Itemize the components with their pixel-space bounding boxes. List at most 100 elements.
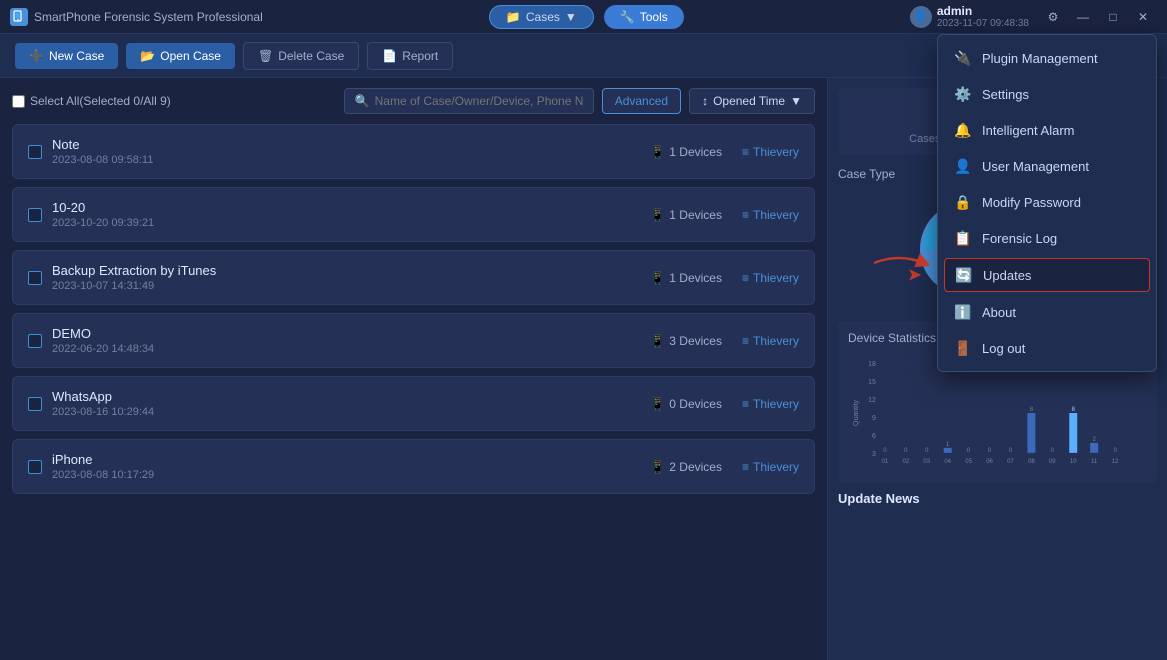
case-item[interactable]: 10-20 2023-10-20 09:39:21 📱 1 Devices ≡ … [12,187,815,242]
select-all-label: Select All(Selected 0/All 9) [30,94,171,108]
menu-icon-forensic-log: 📋 [954,229,972,247]
svg-text:1: 1 [946,442,950,448]
admin-datetime: 2023-11-07 09:48:38 [937,18,1029,29]
svg-text:04: 04 [944,459,951,465]
menu-label-updates: Updates [983,268,1031,283]
menu-label-about: About [982,305,1016,320]
menu-label-intelligent-alarm: Intelligent Alarm [982,123,1075,138]
devices-badge: 📱 1 Devices [650,145,722,159]
svg-text:02: 02 [902,459,909,465]
window-controls: ⚙ — □ ✕ [1039,6,1157,28]
menu-item-updates[interactable]: 🔄 Updates ➤ [944,258,1150,292]
sort-button[interactable]: ↕ Opened Time ▼ [689,88,815,114]
settings-icon[interactable]: ⚙ [1039,6,1067,28]
case-checkbox[interactable] [28,460,42,474]
thievery-badge: ≡ Thievery [742,271,799,285]
case-item[interactable]: DEMO 2022-06-20 14:48:34 📱 3 Devices ≡ T… [12,313,815,368]
case-meta: 📱 3 Devices ≡ Thievery [650,334,799,348]
thievery-label: Thievery [753,334,799,348]
admin-details: admin 2023-11-07 09:48:38 [937,4,1029,29]
select-all-area: Select All(Selected 0/All 9) [12,94,336,108]
minimize-button[interactable]: — [1069,6,1097,28]
case-info: DEMO 2022-06-20 14:48:34 [52,326,640,355]
thievery-icon: ≡ [742,208,749,222]
open-case-button[interactable]: 📂 Open Case [126,43,235,69]
new-case-button[interactable]: ➕ New Case [15,43,118,69]
devices-label: 3 Devices [669,334,722,348]
svg-text:9: 9 [872,415,876,422]
thievery-icon: ≡ [742,271,749,285]
menu-item-user-management[interactable]: 👤 User Management [938,148,1156,184]
maximize-button[interactable]: □ [1099,6,1127,28]
svg-text:0: 0 [904,448,908,454]
thievery-badge: ≡ Thievery [742,397,799,411]
case-list: Note 2023-08-08 09:58:11 📱 1 Devices ≡ T… [12,124,815,494]
svg-text:3: 3 [872,451,876,458]
report-button[interactable]: 📄 Report [367,42,453,70]
case-item[interactable]: WhatsApp 2023-08-16 10:29:44 📱 0 Devices… [12,376,815,431]
device-icon: 📱 [650,145,665,159]
menu-icon-user-management: 👤 [954,157,972,175]
case-checkbox[interactable] [28,208,42,222]
thievery-label: Thievery [753,460,799,474]
menu-icon-intelligent-alarm: 🔔 [954,121,972,139]
cases-icon: 📁 [506,10,521,24]
menu-icon-modify-password: 🔒 [954,193,972,211]
tools-button[interactable]: 🔧 Tools [604,5,684,29]
menu-item-intelligent-alarm[interactable]: 🔔 Intelligent Alarm [938,112,1156,148]
advanced-button[interactable]: Advanced [602,88,681,114]
case-meta: 📱 2 Devices ≡ Thievery [650,460,799,474]
sort-icon: ↕ [702,94,708,108]
chevron-down-icon: ▼ [565,10,577,24]
delete-case-button[interactable]: 🗑 Delete Case [243,42,359,70]
svg-text:6: 6 [872,433,876,440]
menu-icon-updates: 🔄 [955,266,973,284]
case-checkbox[interactable] [28,397,42,411]
svg-text:01: 01 [882,459,889,465]
svg-text:2: 2 [1093,437,1097,443]
thievery-badge: ≡ Thievery [742,208,799,222]
menu-item-settings[interactable]: ⚙️ Settings [938,76,1156,112]
case-item[interactable]: iPhone 2023-08-08 10:17:29 📱 2 Devices ≡… [12,439,815,494]
menu-icon-about: ℹ️ [954,303,972,321]
case-meta: 📱 1 Devices ≡ Thievery [650,208,799,222]
update-news-section: Update News [838,491,1157,506]
menu-label-modify-password: Modify Password [982,195,1081,210]
case-name: iPhone [52,452,640,467]
case-checkbox[interactable] [28,145,42,159]
search-input[interactable] [375,94,583,108]
case-name: DEMO [52,326,640,341]
case-checkbox[interactable] [28,271,42,285]
case-date: 2023-08-16 10:29:44 [52,406,640,418]
menu-item-forensic-log[interactable]: 📋 Forensic Log [938,220,1156,256]
case-item[interactable]: Backup Extraction by iTunes 2023-10-07 1… [12,250,815,305]
svg-text:08: 08 [1028,459,1035,465]
case-meta: 📱 1 Devices ≡ Thievery [650,271,799,285]
case-item[interactable]: Note 2023-08-08 09:58:11 📱 1 Devices ≡ T… [12,124,815,179]
close-button[interactable]: ✕ [1129,6,1157,28]
search-box[interactable]: 🔍 [344,88,594,114]
devices-badge: 📱 2 Devices [650,460,722,474]
thievery-icon: ≡ [742,397,749,411]
menu-item-modify-password[interactable]: 🔒 Modify Password [938,184,1156,220]
menu-item-plugin-management[interactable]: 🔌 Plugin Management [938,40,1156,76]
thievery-badge: ≡ Thievery [742,145,799,159]
thievery-label: Thievery [753,397,799,411]
filter-bar: Select All(Selected 0/All 9) 🔍 Advanced … [12,88,815,114]
case-info: iPhone 2023-08-08 10:17:29 [52,452,640,481]
case-name: Backup Extraction by iTunes [52,263,640,278]
case-meta: 📱 0 Devices ≡ Thievery [650,397,799,411]
highlight-arrow: ➤ [907,265,922,286]
device-icon: 📱 [650,271,665,285]
select-all-checkbox[interactable] [12,95,25,108]
svg-text:0: 0 [988,448,992,454]
menu-item-log-out[interactable]: 🚪 Log out [938,330,1156,366]
avatar: 👤 [910,6,932,28]
menu-item-about[interactable]: ℹ️ About [938,294,1156,330]
chevron-down-icon: ▼ [790,94,802,108]
devices-badge: 📱 0 Devices [650,397,722,411]
device-icon: 📱 [650,334,665,348]
cases-button[interactable]: 📁 Cases ▼ [489,5,594,29]
menu-icon-plugin-management: 🔌 [954,49,972,67]
case-checkbox[interactable] [28,334,42,348]
